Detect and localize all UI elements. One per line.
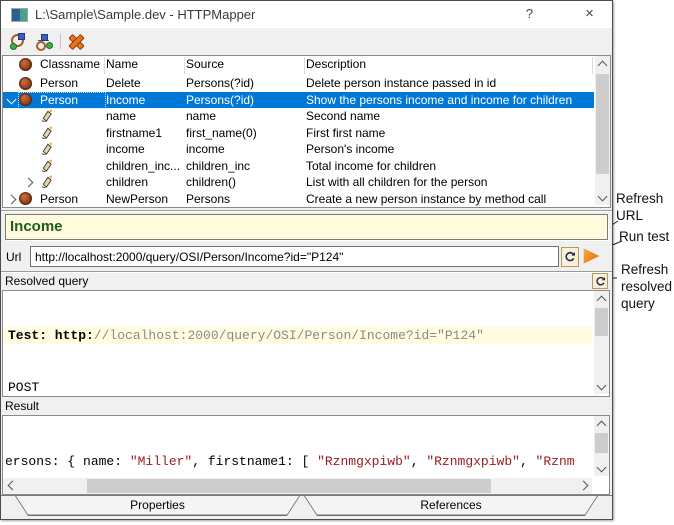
refresh-icon bbox=[564, 251, 576, 263]
annotation-refresh-url: Refresh URL bbox=[616, 190, 663, 224]
header-classname: Classname bbox=[40, 57, 100, 71]
table-row[interactable]: income income Person's income bbox=[3, 141, 594, 158]
refresh-url-button[interactable] bbox=[561, 247, 579, 267]
resolved-query-label: Resolved query bbox=[5, 274, 88, 288]
resolved-query-vertical-scrollbar[interactable] bbox=[594, 291, 609, 394]
table-row[interactable]: name name Second name bbox=[3, 108, 594, 125]
property-hand-icon bbox=[40, 109, 53, 123]
chevron-down-icon[interactable] bbox=[7, 94, 17, 104]
scroll-right-button[interactable] bbox=[577, 478, 592, 494]
scrollbar-thumb[interactable] bbox=[595, 433, 608, 453]
table-header[interactable]: Classname Name Source Description bbox=[3, 56, 594, 75]
table-row[interactable]: children_inc... children_inc Total incom… bbox=[3, 158, 594, 175]
header-description: Description bbox=[306, 57, 366, 71]
refresh-icon bbox=[595, 276, 606, 287]
help-button[interactable]: ? bbox=[507, 1, 552, 28]
table-row[interactable]: firstname1 first_name(0) First first nam… bbox=[3, 125, 594, 142]
splitter[interactable] bbox=[1, 210, 612, 212]
annotation-run-test: Run test bbox=[619, 228, 669, 245]
close-button[interactable]: × bbox=[567, 1, 612, 28]
class-icon bbox=[19, 77, 32, 90]
toolbar-separator bbox=[60, 34, 61, 49]
result-pane[interactable]: ersons: { name: "Miller", firstname1: [ … bbox=[2, 415, 610, 495]
table-row-selected[interactable]: Person Income Persons(?id) Show the pers… bbox=[3, 92, 594, 109]
scroll-up-button[interactable] bbox=[595, 56, 610, 71]
run-test-button[interactable] bbox=[582, 247, 603, 266]
property-hand-icon bbox=[40, 159, 53, 173]
property-hand-icon bbox=[40, 126, 53, 140]
tab-references[interactable]: References bbox=[304, 496, 598, 516]
section-divider bbox=[1, 271, 612, 273]
mapping-tree-icon[interactable] bbox=[35, 32, 53, 50]
result-label: Result bbox=[5, 399, 39, 413]
scroll-left-button[interactable] bbox=[3, 478, 18, 494]
app-window-icon bbox=[11, 8, 28, 22]
scroll-down-button[interactable] bbox=[594, 379, 609, 394]
mapping-table: Classname Name Source Description Person… bbox=[2, 55, 611, 208]
scroll-up-button[interactable] bbox=[594, 416, 609, 431]
refresh-resolved-query-button[interactable] bbox=[592, 273, 608, 289]
tab-properties[interactable]: Properties bbox=[15, 496, 300, 516]
property-hand-icon bbox=[40, 175, 53, 189]
scrollbar-thumb[interactable] bbox=[596, 74, 609, 174]
table-row[interactable]: Person NewPerson Persons Create a new pe… bbox=[3, 191, 594, 208]
scroll-down-button[interactable] bbox=[595, 190, 610, 205]
scrollbar-thumb[interactable] bbox=[595, 308, 608, 336]
header-source: Source bbox=[186, 57, 224, 71]
window-title: L:\Sample\Sample.dev - HTTPMapper bbox=[35, 1, 255, 28]
chevron-right-icon[interactable] bbox=[7, 194, 17, 204]
scrollbar-thumb[interactable] bbox=[87, 479, 491, 493]
class-icon bbox=[19, 58, 32, 71]
result-horizontal-scrollbar[interactable] bbox=[3, 478, 592, 494]
scroll-up-button[interactable] bbox=[594, 291, 609, 306]
resolved-query-pane[interactable]: Test: http://localhost:2000/query/OSI/Pe… bbox=[2, 290, 610, 397]
class-icon bbox=[19, 192, 32, 205]
result-line: ersons: { name: "Miller", firstname1: [ … bbox=[3, 453, 592, 471]
property-hand-icon bbox=[40, 142, 53, 156]
url-label: Url bbox=[6, 250, 21, 264]
toolbar bbox=[1, 28, 612, 55]
url-input[interactable] bbox=[30, 246, 559, 267]
header-name: Name bbox=[106, 57, 138, 71]
chevron-right-icon[interactable] bbox=[24, 178, 34, 188]
resolved-query-line: POST bbox=[3, 379, 592, 396]
result-vertical-scrollbar[interactable] bbox=[594, 416, 609, 476]
delete-x-icon[interactable] bbox=[67, 32, 85, 50]
play-triangle-icon bbox=[583, 248, 600, 264]
selected-mapping-header: Income bbox=[5, 214, 608, 240]
add-class-icon[interactable] bbox=[9, 32, 27, 50]
resolved-query-line: Test: http://localhost:2000/query/OSI/Pe… bbox=[3, 327, 592, 344]
table-row[interactable]: children children() List with all childr… bbox=[3, 174, 594, 191]
annotation-refresh-resolved-query: Refresh resolved query bbox=[621, 261, 672, 312]
mapping-title: Income bbox=[10, 215, 63, 238]
table-vertical-scrollbar[interactable] bbox=[595, 56, 610, 205]
httpmapper-window: L:\Sample\Sample.dev - HTTPMapper ? × Cl… bbox=[0, 0, 613, 520]
scroll-down-button[interactable] bbox=[594, 462, 609, 476]
table-row[interactable]: Person Delete Persons(?id) Delete person… bbox=[3, 75, 594, 92]
title-bar: L:\Sample\Sample.dev - HTTPMapper ? × bbox=[1, 1, 612, 28]
